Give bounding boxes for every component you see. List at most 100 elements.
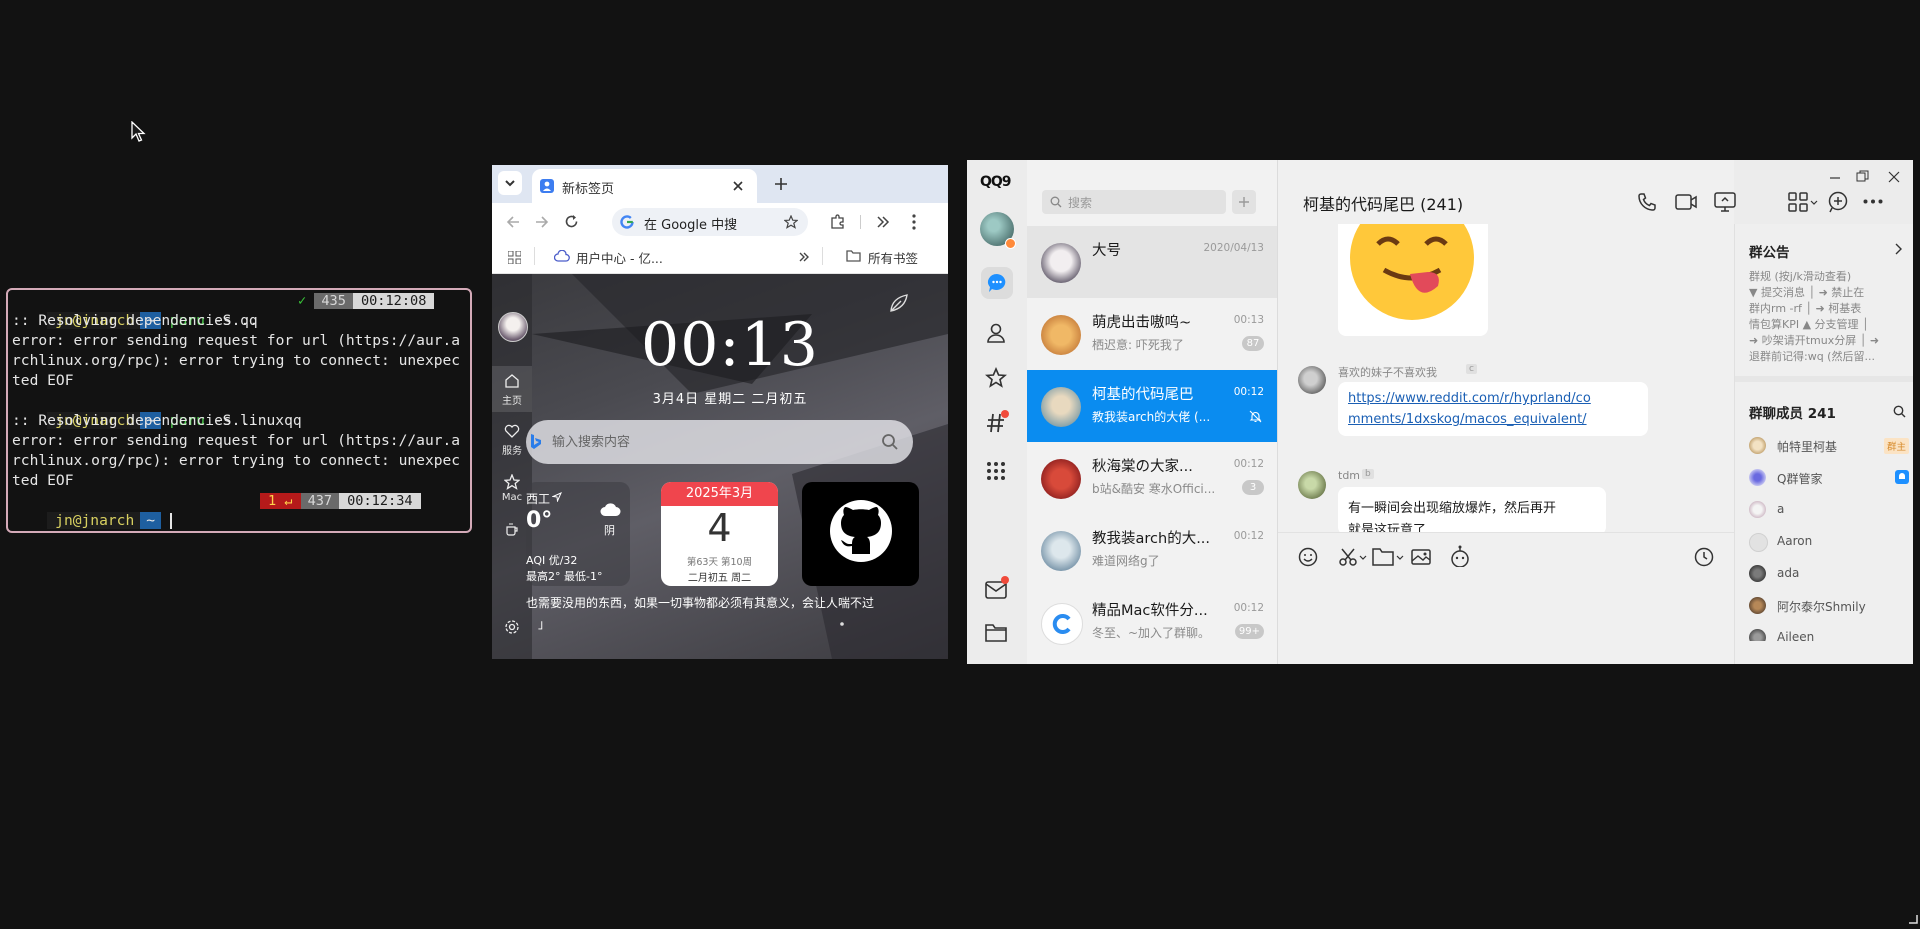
nav-messages[interactable] [981, 267, 1013, 299]
apps-icon[interactable] [1788, 192, 1808, 212]
resize-handle-icon[interactable] [1906, 912, 1918, 924]
folder-icon[interactable] [985, 624, 1007, 642]
member-item[interactable]: ada [1749, 563, 1909, 585]
bookmark-star-icon[interactable] [784, 215, 798, 229]
kebab-menu-icon[interactable] [912, 214, 916, 230]
calendar-week: 第63天 第10周 [686, 557, 753, 568]
restore-icon[interactable] [1856, 170, 1869, 183]
list-item[interactable]: 柯基的代码尾巴 教我装arch的大佬 (... 00:12 [1027, 370, 1277, 442]
member-item[interactable]: Aaron [1749, 531, 1909, 553]
chevron-down-icon[interactable] [1359, 555, 1367, 561]
message-bubble[interactable]: https://www.reddit.com/r/hyprland/co mme… [1338, 382, 1648, 436]
weather-condition: 阴 [604, 524, 615, 537]
message-link[interactable]: mments/1dxskog/macos_equivalent/ [1348, 412, 1587, 427]
reload-icon[interactable] [564, 214, 579, 229]
bookmarks-divider [822, 247, 823, 265]
forward-arrow-icon[interactable] [535, 215, 549, 229]
new-tab-plus-icon[interactable] [774, 177, 788, 191]
notification-dot [1001, 410, 1009, 418]
screen-share-icon[interactable] [1714, 192, 1736, 212]
apps-grid-icon[interactable] [508, 251, 521, 264]
avatar[interactable] [1298, 366, 1326, 394]
message-bubble[interactable]: 有一瞬间会出现缩放爆炸，然后再开 就是这玩意了 [1338, 487, 1606, 535]
list-item[interactable]: 教我装arch的大... 难道网络g了 00:12 [1027, 514, 1277, 586]
member-item[interactable]: a [1749, 499, 1909, 521]
member-item[interactable]: Q群管家 [1749, 467, 1909, 489]
text-cursor[interactable] [169, 513, 172, 529]
members-title[interactable]: 群聊成员 241 [1749, 402, 1836, 422]
announcement-body[interactable]: 群规 (按j/k滑动查看) ▼ 提交消息 │ ➜ 禁止在 群内rm -rf │ … [1749, 269, 1909, 365]
avatar[interactable] [498, 312, 528, 342]
weather-city: 西工 [526, 492, 551, 506]
unread-badge: 87 [1242, 336, 1264, 351]
scissors-icon[interactable] [1338, 547, 1358, 567]
avatar[interactable] [1298, 471, 1326, 499]
list-item[interactable]: 大号 2020/04/13 [1027, 226, 1277, 298]
member-item[interactable]: 阿尔泰尔Shmily [1749, 595, 1909, 617]
tab-new-tab[interactable]: 新标签页 [532, 169, 757, 203]
chevron-right-icon[interactable] [1895, 243, 1903, 255]
browser-toolbar: 在 Google 中搜 [492, 203, 948, 241]
cloud-icon [600, 503, 621, 516]
add-button[interactable] [1232, 190, 1256, 214]
add-member-icon[interactable] [1827, 191, 1849, 213]
history-count: 435 [314, 293, 353, 309]
close-icon[interactable] [1888, 171, 1900, 183]
member-tag: c [1466, 364, 1477, 374]
search-icon[interactable] [881, 433, 899, 451]
list-item[interactable]: 精品Mac软件分... 冬至、~加入了群聊。 00:12 99+ [1027, 586, 1277, 658]
tab-search-button[interactable] [498, 171, 522, 195]
search-input[interactable]: 搜索 [1042, 190, 1226, 214]
chevron-double-right-icon[interactable] [798, 251, 810, 263]
chevron-down-icon[interactable] [1396, 555, 1404, 561]
emoji-icon[interactable] [1298, 547, 1318, 567]
coffee-cup-icon[interactable] [505, 522, 519, 536]
back-arrow-icon[interactable] [506, 215, 520, 229]
chevron-double-right-icon[interactable] [876, 215, 890, 229]
sticker-message[interactable] [1338, 224, 1488, 336]
member-item[interactable]: Aileen [1749, 627, 1909, 641]
minimize-icon[interactable] [1829, 172, 1841, 184]
member-item[interactable]: 帕特里柯基 群主 [1749, 435, 1909, 457]
success-check-icon: ✓ [298, 293, 307, 309]
list-item[interactable]: 萌虎出击嗷呜~ 栖迟意: 吓死我了 00:13 87 [1027, 298, 1277, 370]
more-options-icon[interactable] [1863, 199, 1883, 204]
folder-icon[interactable] [1372, 548, 1394, 566]
bing-logo-icon[interactable] [530, 433, 542, 451]
omnibox[interactable]: 在 Google 中搜 [612, 208, 808, 236]
tab-title: 新标签页 [562, 182, 615, 197]
terminal-window[interactable]: jn@jnarch ~ paru -S qq ✓ 435 00:12:08 :: R… [6, 288, 472, 533]
search-icon [1050, 196, 1062, 208]
nav-channels[interactable] [985, 410, 1009, 436]
phone-icon[interactable] [1637, 192, 1657, 212]
bookmark-label: 用户中心 - 亿... [576, 251, 663, 266]
list-item[interactable]: 秋海棠の大家... b站&酷安 寒水Offici... 00:12 3 [1027, 442, 1277, 514]
input-area[interactable] [1278, 532, 1734, 664]
github-shortcut[interactable] [802, 482, 919, 586]
robot-icon[interactable] [1450, 545, 1470, 567]
search-icon[interactable] [1893, 405, 1906, 418]
weather-widget[interactable]: 西工 0° 阴 AQI 优/32 最高2° 最低-1° [526, 482, 630, 586]
contacts-icon[interactable] [985, 322, 1007, 344]
conversation-name: 大号 [1092, 243, 1121, 259]
cloud-icon [554, 250, 570, 262]
favorites-star-icon[interactable] [985, 367, 1007, 389]
owner-tag: 群主 [1883, 438, 1909, 454]
prompt-user: jn@jnarch [47, 512, 141, 529]
apps-grid-icon[interactable] [985, 460, 1007, 482]
search-box[interactable]: 输入搜索内容 [526, 420, 913, 464]
nav-mail[interactable] [985, 576, 1009, 603]
history-clock-icon[interactable] [1694, 547, 1714, 567]
close-tab-icon[interactable] [732, 180, 744, 192]
calendar-widget[interactable]: 2025年3月 4 第63天 第10周 二月初五 周二 [661, 482, 778, 586]
sidebar-item-home[interactable]: 主页 [492, 366, 532, 412]
announcement-title[interactable]: 群公告 [1749, 241, 1790, 261]
video-call-icon[interactable] [1675, 192, 1697, 212]
image-icon[interactable] [1411, 547, 1431, 567]
chevron-down-icon[interactable] [1810, 200, 1818, 206]
settings-gear-icon[interactable] [504, 619, 520, 635]
message-link[interactable]: https://www.reddit.com/r/hyprland/co [1348, 391, 1591, 406]
avatar [1749, 629, 1766, 641]
clock: 00:13 [641, 310, 819, 380]
extensions-icon[interactable] [830, 214, 846, 230]
